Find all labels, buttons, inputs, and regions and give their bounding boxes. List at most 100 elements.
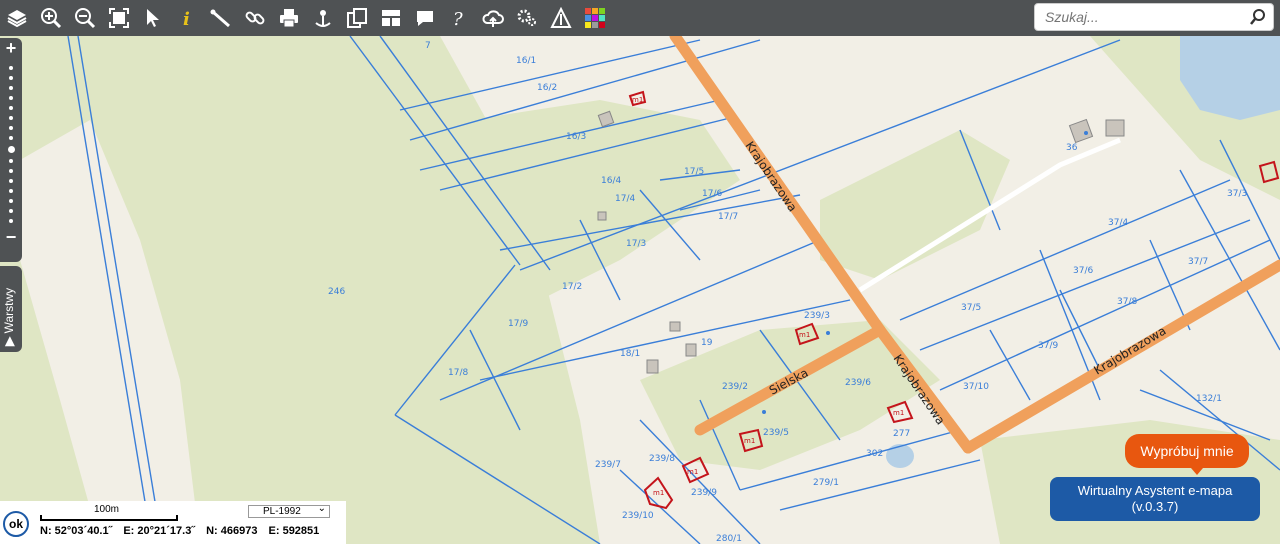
zoom-in-icon[interactable] [34, 0, 68, 36]
zoom-level-dot[interactable] [9, 159, 13, 163]
coordinates-readout: N: 52°03´40.1˝ E: 20°21´17.3˝ N: 466973 … [40, 525, 327, 537]
svg-text:?: ? [453, 9, 463, 29]
svg-text:i: i [183, 9, 190, 29]
layers-icon[interactable] [0, 0, 34, 36]
parcel-label: 18/1 [620, 349, 640, 359]
assistant-title: Wirtualny Asystent e-mapa [1077, 483, 1233, 498]
zoom-level-dot[interactable] [9, 189, 13, 193]
select-cursor-icon[interactable] [136, 0, 170, 36]
ok-button[interactable]: ok [3, 511, 29, 537]
building-label: m1 [687, 468, 698, 476]
parcel-label: 17/5 [684, 167, 704, 177]
search-icon[interactable] [1249, 8, 1267, 26]
status-panel: ok 100m PL-1992 N: 52°03´40.1˝ E: 20°21´… [0, 501, 346, 544]
zoom-level-dot[interactable] [9, 106, 13, 110]
zoom-level-dot[interactable] [9, 169, 13, 173]
zoom-level-dot[interactable] [9, 76, 13, 80]
link-icon[interactable] [238, 0, 272, 36]
zoom-level-dot[interactable] [9, 209, 13, 213]
color-palette-icon[interactable] [578, 0, 612, 36]
parcel-label: 37/3 [1227, 189, 1247, 199]
try-me-button[interactable]: Wypróbuj mnie [1125, 434, 1249, 475]
building-label: m1 [744, 437, 755, 445]
parcel-label: 37/5 [961, 303, 981, 313]
coord-lat: N: 52°03´40.1˝ [40, 525, 113, 537]
parcel-label: 17/3 [626, 239, 646, 249]
layers-tab-label: ▶ Warstwy [2, 287, 16, 346]
location-marker-icon[interactable] [306, 0, 340, 36]
parcel-label: 37/10 [963, 382, 989, 392]
building-label: m1 [799, 331, 810, 339]
parcel-label: 17/4 [615, 194, 635, 204]
comment-icon[interactable] [408, 0, 442, 36]
map-canvas[interactable]: Krajobrazowa Krajobrazowa Krajobrazowa S… [0, 0, 1280, 544]
zoom-out-icon[interactable] [68, 0, 102, 36]
parcel-label: 16/3 [566, 132, 586, 142]
parcel-label: 17/8 [448, 368, 468, 378]
zoom-level-dot[interactable] [9, 136, 13, 140]
coord-lon: E: 20°21´17.3˝ [123, 525, 196, 537]
parcel-label: 37/9 [1038, 341, 1058, 351]
road-sign-icon[interactable] [544, 0, 578, 36]
parcel-label: 302 [866, 449, 883, 459]
zoom-level-dot[interactable] [9, 179, 13, 183]
parcel-label: 17/2 [562, 282, 582, 292]
parcel-label: 239/10 [622, 511, 654, 521]
parcel-label: 7 [425, 41, 431, 51]
parcel-label: 16/1 [516, 56, 536, 66]
scale-bar [40, 515, 178, 521]
parcel-label: 37/6 [1073, 266, 1093, 276]
parcel-label: 19 [701, 338, 713, 348]
parcel-label: 239/3 [804, 311, 830, 321]
parcel-label: 37/8 [1117, 297, 1137, 307]
zoom-level-dot[interactable] [9, 116, 13, 120]
coord-east: E: 592851 [268, 525, 320, 537]
virtual-assistant-button[interactable]: Wirtualny Asystent e-mapa (v.0.3.7) [1050, 477, 1260, 521]
coord-north: N: 466973 [206, 525, 258, 537]
building-label: m1 [653, 489, 664, 497]
full-extent-icon[interactable] [102, 0, 136, 36]
zoom-minus-button[interactable]: − [0, 227, 22, 249]
parcel-label: 246 [328, 287, 345, 297]
zoom-level-dot[interactable] [9, 219, 13, 223]
parcel-label: 280/1 [716, 534, 742, 544]
help-icon[interactable]: ? [442, 0, 476, 36]
zoom-level-dot[interactable] [9, 86, 13, 90]
info-icon[interactable]: i [170, 0, 204, 36]
parcel-label: 239/7 [595, 460, 621, 470]
building-label: m1 [893, 409, 904, 417]
parcel-label: 239/6 [845, 378, 871, 388]
building-label: m1 [632, 96, 643, 104]
zoom-level-dot[interactable] [9, 199, 13, 203]
print-icon[interactable] [272, 0, 306, 36]
parcel-label: 239/9 [691, 488, 717, 498]
zoom-level-dot[interactable] [9, 96, 13, 100]
layout-icon[interactable] [374, 0, 408, 36]
parcel-label: 132/1 [1196, 394, 1222, 404]
zoom-slider: + − [0, 38, 22, 262]
search-box [1034, 3, 1274, 31]
cloud-upload-icon[interactable] [476, 0, 510, 36]
zoom-plus-button[interactable]: + [0, 38, 22, 60]
parcel-label: 37/4 [1108, 218, 1128, 228]
parcel-label: 17/7 [718, 212, 738, 222]
scale-label: 100m [94, 504, 120, 515]
parcel-label: 37/7 [1188, 257, 1208, 267]
settings-icon[interactable] [510, 0, 544, 36]
measure-distance-icon[interactable] [204, 0, 238, 36]
parcel-label: 239/2 [722, 382, 748, 392]
parcel-label: 277 [893, 429, 910, 439]
zoom-level-dot[interactable] [9, 66, 13, 70]
copy-extent-icon[interactable] [340, 0, 374, 36]
parcel-label: 279/1 [813, 478, 839, 488]
search-input[interactable] [1035, 4, 1255, 30]
zoom-level-dot[interactable] [9, 126, 13, 130]
crs-select[interactable]: PL-1992 [248, 503, 330, 518]
parcel-label: 17/9 [508, 319, 528, 329]
layers-tab[interactable]: ▶ Warstwy [0, 266, 22, 352]
parcel-label: 17/6 [702, 189, 722, 199]
zoom-level-current[interactable] [7, 146, 15, 153]
parcel-label: 239/8 [649, 454, 675, 464]
parcel-label: 36 [1066, 143, 1078, 153]
expand-arrow-icon: ▶ [2, 336, 16, 346]
